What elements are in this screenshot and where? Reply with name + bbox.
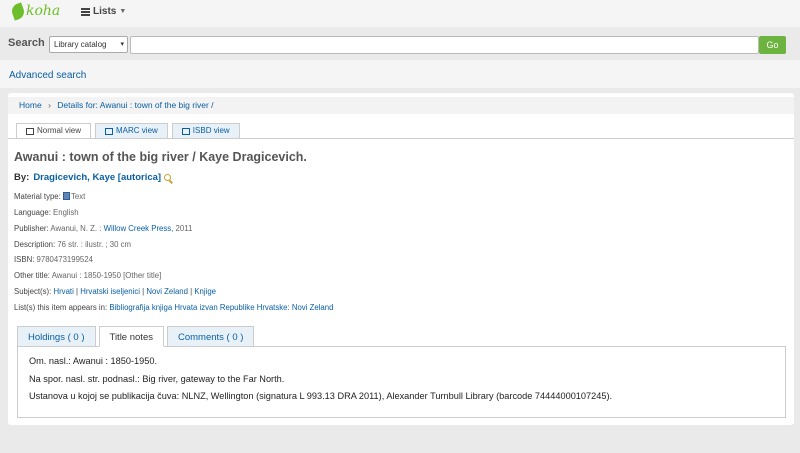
other-title-value: Awanui : 1850-1950 [Other title]	[51, 271, 162, 280]
note-line: Ustanova u kojoj se publikacija čuva: NL…	[29, 391, 613, 401]
language-row: Language: English	[14, 208, 79, 217]
note-line: Om. nasl.: Awanui : 1850-1950.	[29, 356, 158, 366]
title-notes-panel: Om. nasl.: Awanui : 1850-1950. Na spor. …	[17, 346, 786, 418]
list-link[interactable]: Bibliografija knjiga Hrvata izvan Republ…	[109, 303, 287, 312]
tab-title-notes[interactable]: Title notes	[98, 326, 164, 347]
other-title-row: Other title: Awanui : 1850-1950 [Other t…	[14, 271, 161, 280]
description-label: Description:	[14, 240, 56, 249]
subject-separator: |	[190, 287, 193, 296]
caret-down-icon: ▼	[119, 8, 127, 15]
tab-label: MARC view	[116, 126, 158, 135]
tab-isbd-view[interactable]: ISBD view	[171, 123, 240, 139]
advanced-search-row: Advanced search	[0, 60, 800, 88]
search-scope-select[interactable]: Library catalog ▾	[49, 36, 128, 53]
publisher-place: Awanui, N. Z. :	[50, 224, 102, 233]
author-row: By: Dragicevich, Kaye [autorica]	[14, 172, 172, 183]
breadcrumb: Home › Details for: Awanui : town of the…	[8, 97, 794, 114]
tab-normal-view[interactable]: Normal view	[16, 123, 92, 139]
publisher-label: Publisher:	[14, 224, 49, 233]
tab-label: Normal view	[37, 126, 82, 135]
record-title: Awanui : town of the big river / Kaye Dr…	[14, 150, 307, 164]
subjects-row: Subject(s): Hrvati | Hrvatski iseljenici…	[14, 287, 216, 296]
isbn-row: ISBN: 9780473199524	[14, 255, 93, 264]
lists-label: Lists	[93, 6, 117, 17]
search-bar: Search Library catalog ▾ Go	[0, 31, 800, 59]
lists-label: List(s) this item appears in:	[14, 303, 108, 312]
publisher-row: Publisher: Awanui, N. Z. : Willow Creek …	[14, 224, 192, 233]
lists-menu-button[interactable]: Lists ▼	[81, 6, 126, 17]
subject-separator: |	[142, 287, 145, 296]
search-scope-value: Library catalog	[54, 40, 107, 49]
language-label: Language:	[14, 208, 51, 217]
breadcrumb-home[interactable]: Home	[19, 100, 42, 110]
subject-link[interactable]: Knjige	[194, 287, 216, 296]
chevron-down-icon: ▾	[120, 41, 124, 48]
leaf-icon	[9, 1, 27, 21]
lists-row: List(s) this item appears in: Bibliograf…	[14, 303, 333, 312]
list-icon	[81, 7, 90, 16]
material-type-label: Material type:	[14, 192, 61, 201]
breadcrumb-separator: ›	[48, 100, 51, 110]
isbn-label: ISBN:	[14, 255, 35, 264]
tab-label: ISBD view	[192, 126, 230, 135]
publisher-year: 2011	[175, 224, 193, 233]
note-line: Na spor. nasl. str. podnasl.: Big river,…	[29, 373, 285, 384]
description-value: 76 str. : ilustr. ; 30 cm	[57, 240, 132, 249]
list-separator: :	[287, 303, 290, 312]
divider	[8, 138, 794, 139]
logo-text: koha	[26, 3, 61, 19]
material-type-value: Text	[70, 192, 86, 201]
search-label: Search	[8, 37, 45, 49]
by-label: By:	[14, 172, 30, 183]
top-navbar: koha Lists ▼	[0, 0, 800, 27]
list-link[interactable]: Novi Zeland	[292, 303, 334, 312]
material-type-row: Material type: Text	[14, 192, 85, 201]
publisher-link[interactable]: Willow Creek Press,	[104, 224, 174, 233]
subject-link[interactable]: Hrvati	[53, 287, 73, 296]
book-icon	[62, 192, 70, 200]
list-icon	[105, 127, 114, 135]
tab-marc-view[interactable]: MARC view	[95, 123, 168, 139]
view-tabs: Normal view MARC view ISBD view	[16, 123, 244, 139]
description-row: Description: 76 str. : ilustr. ; 30 cm	[14, 240, 131, 249]
breadcrumb-current[interactable]: Details for: Awanui : town of the big ri…	[57, 100, 213, 110]
subjects-label: Subject(s):	[14, 287, 52, 296]
tab-holdings[interactable]: Holdings ( 0 )	[17, 326, 96, 347]
subject-link[interactable]: Hrvatski iseljenici	[80, 287, 140, 296]
subject-link[interactable]: Novi Zeland	[146, 287, 188, 296]
list-icon	[181, 127, 190, 135]
koha-logo[interactable]: koha	[9, 1, 61, 21]
author-link[interactable]: Dragicevich, Kaye [autorica]	[33, 172, 161, 183]
notes-tabs: Holdings ( 0 ) Title notes Comments ( 0 …	[17, 326, 257, 347]
advanced-search-link[interactable]: Advanced search	[9, 70, 86, 81]
tab-comments[interactable]: Comments ( 0 )	[166, 326, 255, 347]
isbn-value: 9780473199524	[36, 255, 93, 264]
main-content: Home › Details for: Awanui : town of the…	[8, 93, 794, 425]
search-input[interactable]	[130, 36, 759, 54]
search-icon[interactable]	[164, 174, 172, 181]
document-icon	[26, 127, 34, 135]
other-title-label: Other title:	[14, 271, 50, 280]
language-value: English	[53, 208, 79, 217]
subject-separator: |	[75, 287, 79, 296]
go-button[interactable]: Go	[759, 36, 786, 54]
